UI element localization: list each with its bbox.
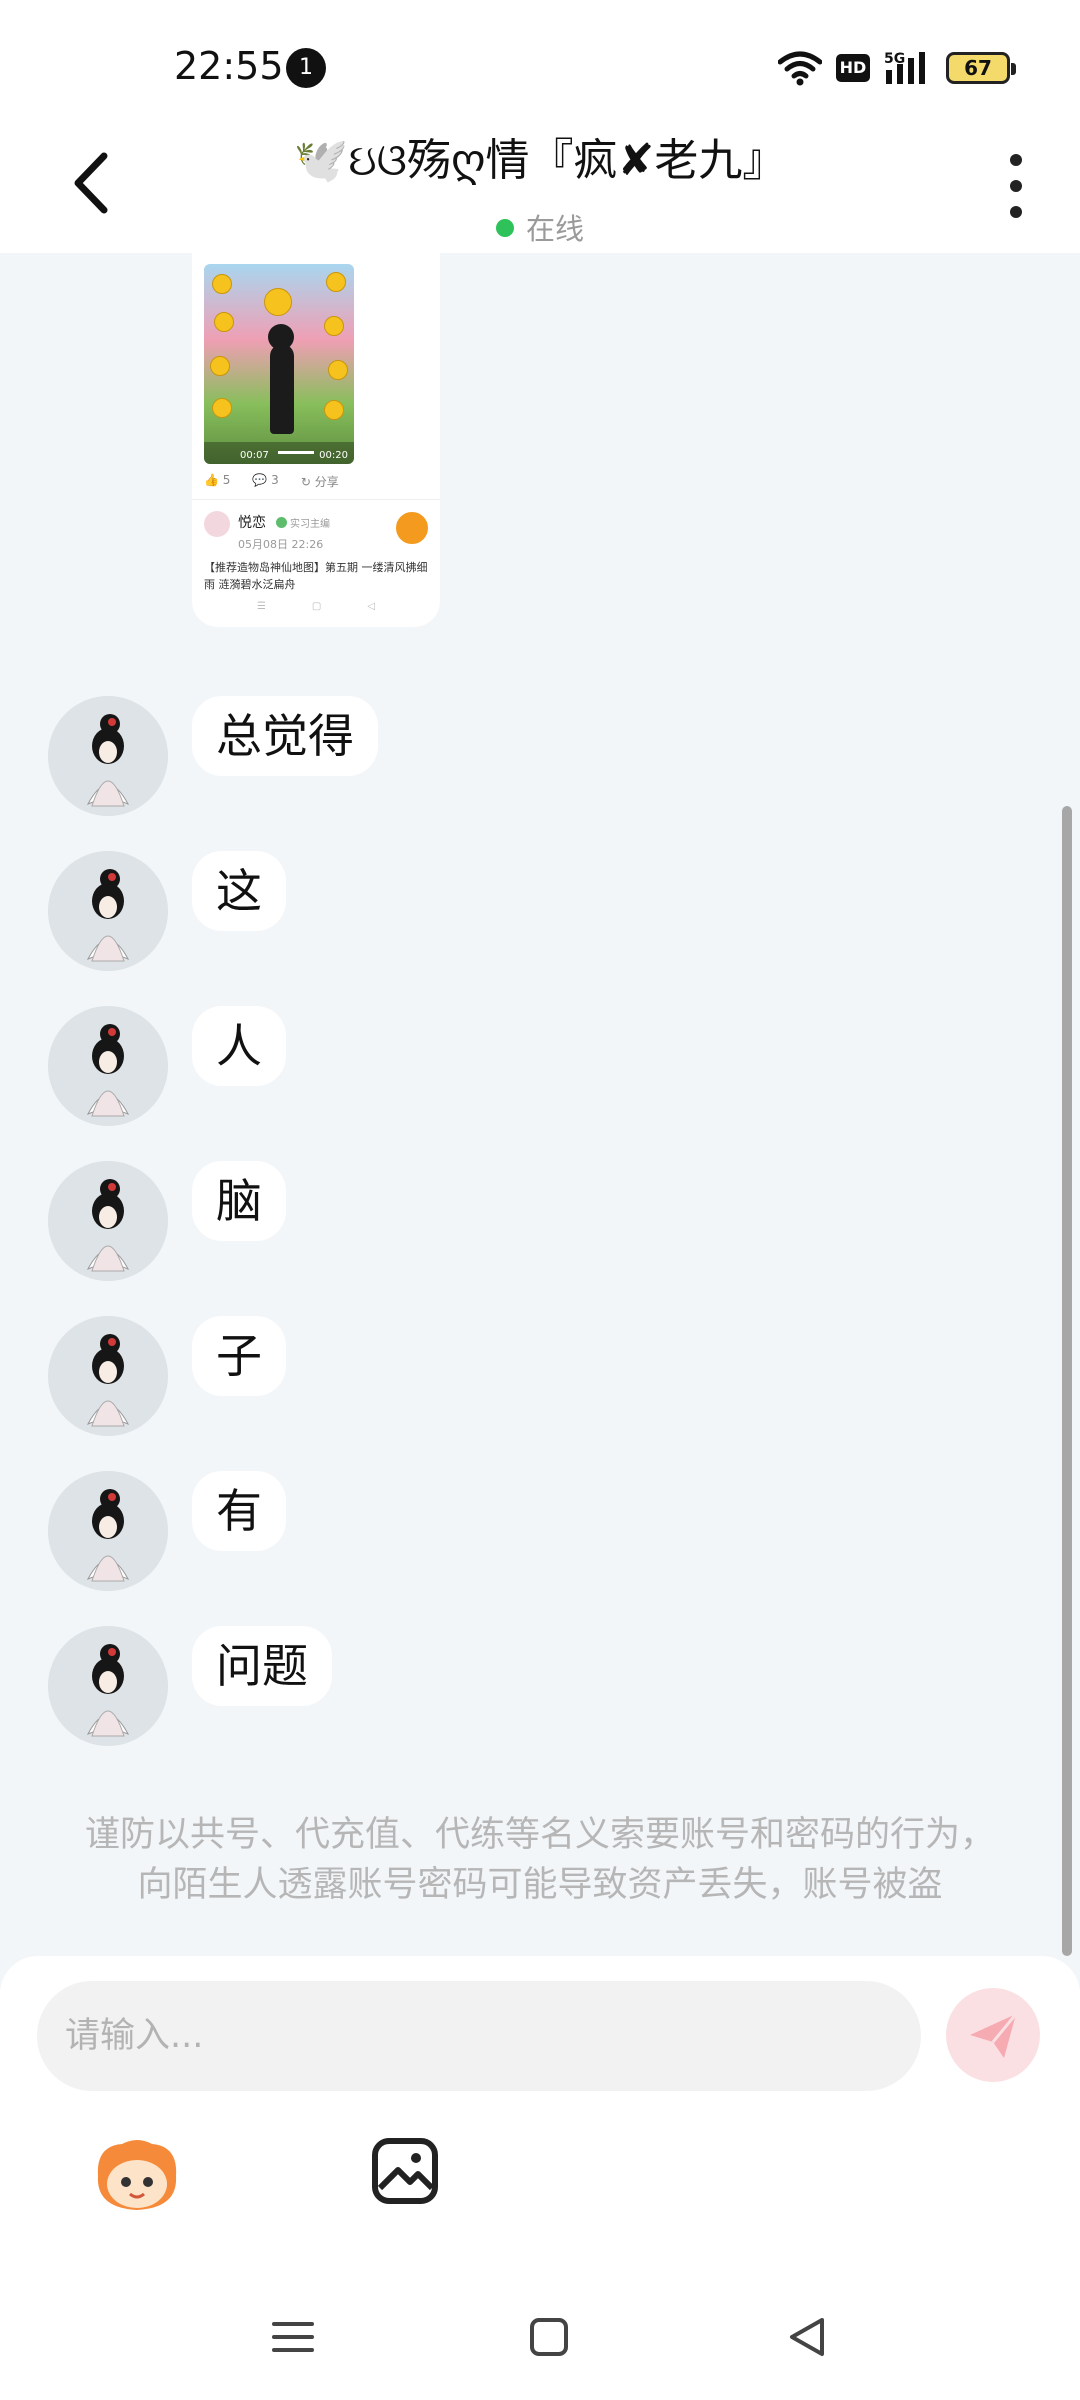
scrollbar[interactable] [1062, 806, 1072, 1956]
flower-icon [264, 288, 292, 316]
image-icon [372, 2138, 438, 2204]
wifi-icon [778, 51, 822, 86]
contact-avatar[interactable] [48, 1161, 168, 1281]
message-row: 这 [48, 851, 948, 971]
video-current-time: 00:07 [240, 450, 269, 461]
video-total-time: 00:20 [319, 450, 348, 461]
mascot-emoji-icon [97, 2140, 177, 2210]
message-bubble[interactable]: 问题 [192, 1626, 332, 1706]
message-bubble[interactable]: 总觉得 [192, 696, 378, 776]
sticker-button[interactable] [92, 2136, 182, 2216]
image-picker-button[interactable] [370, 2136, 440, 2206]
video-control-bar: 00:07 00:20 [204, 442, 354, 464]
message-bubble[interactable]: 脑 [192, 1161, 286, 1241]
message-row: 子 [48, 1316, 948, 1436]
chat-header: 🕊️ઇଓ殇ღ情『疯✘老九』 在线 [0, 110, 1080, 253]
battery-icon: 67 [946, 52, 1016, 84]
message-row: 问题 [48, 1626, 948, 1746]
status-time: 22:55 [174, 44, 284, 88]
emoji-sticker-icon [212, 274, 232, 294]
more-options-button[interactable] [996, 154, 1036, 218]
emoji-sticker-icon [326, 272, 346, 292]
like-count-value: 5 [222, 473, 231, 487]
message-row: 总觉得 [48, 696, 948, 816]
menu-icon [272, 2322, 314, 2352]
comment-count[interactable]: 💬 3 [252, 473, 278, 490]
shared-post-card[interactable]: 00:07 00:20 👍 5 💬 3 ↻ 分享 悦恋 实习主编 05月08日 … [192, 253, 440, 627]
post-author-avatar [204, 511, 230, 537]
message-bubble[interactable]: 人 [192, 1006, 286, 1086]
emoji-sticker-icon [328, 360, 348, 380]
comment-count-value: 3 [271, 473, 279, 487]
divider [192, 499, 440, 500]
post-stats: 👍 5 💬 3 ↻ 分享 [204, 473, 339, 490]
online-dot [495, 219, 514, 237]
post-author-role: 实习主编 [276, 515, 330, 530]
home-nav-button[interactable] [524, 2312, 574, 2362]
contact-avatar[interactable] [48, 1626, 168, 1746]
back-nav-button[interactable] [782, 2312, 832, 2362]
post-date: 05月08日 22:26 [238, 538, 324, 551]
status-icons: HD 5G 67 [778, 48, 1016, 88]
contact-avatar[interactable] [48, 1316, 168, 1436]
dancer-figure [270, 344, 294, 434]
home-icon [530, 2318, 568, 2356]
home-icon: ▢ [311, 601, 322, 612]
send-button[interactable] [946, 1988, 1040, 2082]
post-nav-bar: ☰ ▢ ◁ [192, 601, 440, 612]
message-bubble[interactable]: 子 [192, 1316, 286, 1396]
like-count[interactable]: 👍 5 [204, 473, 230, 490]
emoji-sticker-icon [210, 356, 230, 376]
message-row: 人 [48, 1006, 948, 1126]
back-triangle-icon [790, 2318, 824, 2356]
emoji-sticker-icon [212, 398, 232, 418]
contact-avatar[interactable] [48, 1471, 168, 1591]
contact-avatar[interactable] [48, 851, 168, 971]
share-label: 分享 [314, 475, 339, 489]
back-icon: ◁ [367, 601, 376, 612]
message-bubble[interactable]: 这 [192, 851, 286, 931]
video-progress [278, 451, 314, 454]
security-notice: 谨防以共号、代充值、代练等名义索要账号和密码的行为，向陌生人透露账号密码可能导致… [84, 1815, 995, 1905]
emoji-sticker-icon [324, 400, 344, 420]
status-bar: 22:55 1 HD 5G 67 [0, 0, 1080, 110]
more-dot-icon [1010, 180, 1022, 192]
emoji-sticker-icon [324, 316, 344, 336]
hd-badge: HD [836, 54, 870, 82]
app-logo-icon [394, 510, 430, 546]
online-status-label: 在线 [525, 212, 584, 246]
system-navigation-bar [0, 2290, 1080, 2380]
menu-icon: ☰ [256, 601, 266, 612]
send-icon [970, 2013, 1018, 2058]
more-dot-icon [1010, 154, 1022, 166]
message-bubble[interactable]: 有 [192, 1471, 286, 1551]
online-status: 在线 [0, 206, 1080, 248]
contact-avatar[interactable] [48, 1006, 168, 1126]
chat-title: 🕊️ઇଓ殇ღ情『疯✘老九』 [293, 135, 787, 186]
post-author-name: 悦恋 [238, 515, 266, 531]
message-row: 脑 [48, 1161, 948, 1281]
notification-badge: 1 [286, 48, 326, 88]
signal-icon: 5G [884, 51, 925, 84]
menu-nav-button[interactable] [268, 2312, 318, 2362]
emoji-sticker-icon [214, 312, 234, 332]
post-video-thumbnail[interactable]: 00:07 00:20 [204, 264, 354, 464]
post-title: 【推荐造物岛神仙地图】第五期 一缕清风拂细雨 涟漪碧水泛扁舟 [204, 561, 428, 591]
more-dot-icon [1010, 206, 1022, 218]
message-input[interactable]: 请输入... [37, 1981, 921, 2091]
message-row: 有 [48, 1471, 948, 1591]
contact-avatar[interactable] [48, 696, 168, 816]
share-button[interactable]: ↻ 分享 [301, 473, 339, 490]
